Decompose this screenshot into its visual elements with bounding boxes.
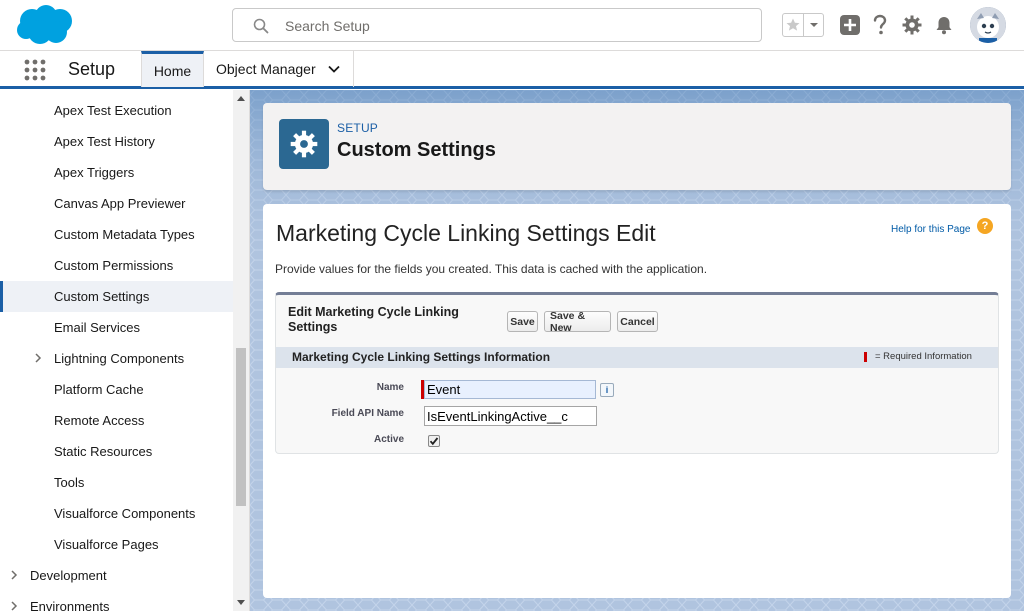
tab-home[interactable]: Home — [141, 51, 204, 87]
active-checkbox[interactable] — [428, 435, 440, 447]
save-button[interactable]: Save — [507, 311, 538, 332]
avatar[interactable] — [970, 7, 1006, 43]
sidebar-item-label: Canvas App Previewer — [54, 196, 186, 211]
required-legend: = Required Information — [864, 351, 972, 362]
chevron-down-icon[interactable] — [804, 14, 823, 36]
chevron-down-icon[interactable] — [327, 62, 341, 76]
sidebar-item-development[interactable]: Development — [0, 560, 233, 591]
required-legend-text: = Required Information — [875, 351, 972, 362]
tab-object-manager[interactable]: Object Manager — [204, 51, 354, 87]
sidebar-item-label: Platform Cache — [54, 382, 144, 397]
sidebar-item-visualforce-components[interactable]: Visualforce Components — [0, 498, 233, 529]
help-for-this-page-link[interactable]: Help for this Page — [891, 224, 971, 235]
plus-icon[interactable] — [838, 13, 862, 37]
sidebar-item-custom-permissions[interactable]: Custom Permissions — [0, 250, 233, 281]
page-header: SETUP Custom Settings — [263, 103, 1011, 190]
page-title: Custom Settings — [337, 139, 496, 161]
edit-block-title: Edit Marketing Cycle Linking Settings — [288, 305, 459, 334]
edit-page-title: Marketing Cycle Linking Settings Edit — [276, 220, 656, 246]
context-bar: Setup Home Object Manager — [0, 51, 1024, 89]
active-label: Active — [373, 434, 404, 445]
section-header: Marketing Cycle Linking Settings Informa… — [276, 347, 998, 368]
chevron-right-icon[interactable] — [9, 570, 19, 580]
sidebar-item-tools[interactable]: Tools — [0, 467, 233, 498]
page-description: Provide values for the fields you create… — [275, 262, 708, 276]
sidebar-item-label: Custom Permissions — [54, 258, 174, 273]
sidebar-item-canvas-app-previewer[interactable]: Canvas App Previewer — [0, 188, 233, 219]
section-title: Marketing Cycle Linking Settings Informa… — [292, 350, 551, 364]
sidebar-item-static-resources[interactable]: Static Resources — [0, 436, 233, 467]
checkmark-icon — [429, 437, 439, 446]
bell-icon[interactable] — [932, 13, 956, 37]
sidebar-item-apex-test-history[interactable]: Apex Test History — [0, 126, 233, 157]
scroll-down-arrow-icon[interactable] — [233, 595, 249, 611]
setup-sidebar: Apex Test Execution Apex Test History Ap… — [0, 90, 250, 611]
sidebar-scrollbar[interactable] — [233, 90, 249, 611]
content-card: Marketing Cycle Linking Settings Edit He… — [263, 204, 1011, 598]
chevron-right-icon[interactable] — [33, 353, 43, 363]
required-marker — [864, 351, 867, 362]
name-label: Name — [376, 382, 404, 393]
help-question-icon[interactable]: ? — [977, 218, 993, 234]
gear-icon[interactable] — [900, 13, 924, 37]
sidebar-item-custom-settings[interactable]: Custom Settings — [0, 281, 233, 312]
name-input[interactable] — [424, 380, 596, 399]
info-icon[interactable]: i — [600, 383, 614, 397]
scroll-up-arrow-icon[interactable] — [233, 90, 249, 106]
sidebar-item-label: Static Resources — [54, 444, 153, 459]
favorites-group[interactable] — [782, 13, 824, 37]
sidebar-item-label: Development — [30, 568, 107, 583]
sidebar-item-label: Apex Triggers — [54, 165, 135, 180]
salesforce-cloud-logo[interactable] — [14, 4, 76, 46]
sidebar-item-platform-cache[interactable]: Platform Cache — [0, 374, 233, 405]
sidebar-item-label: Apex Test Execution — [54, 103, 172, 118]
sidebar-item-apex-test-execution[interactable]: Apex Test Execution — [0, 95, 233, 126]
sidebar-item-label: Visualforce Pages — [54, 537, 159, 552]
sidebar-item-label: Remote Access — [54, 413, 145, 428]
global-header — [0, 0, 1024, 51]
breadcrumb[interactable]: SETUP — [337, 121, 378, 135]
sidebar-item-label: Tools — [54, 475, 85, 490]
edit-block: Edit Marketing Cycle Linking Settings Sa… — [275, 292, 999, 454]
sidebar-item-apex-triggers[interactable]: Apex Triggers — [0, 157, 233, 188]
search-input[interactable] — [285, 15, 745, 37]
sidebar-item-label: Custom Metadata Types — [54, 227, 195, 242]
field-api-name-label: Field API Name — [331, 408, 404, 419]
sidebar-item-visualforce-pages[interactable]: Visualforce Pages — [0, 529, 233, 560]
sidebar-item-label: Visualforce Components — [54, 506, 196, 521]
search-box[interactable] — [232, 8, 762, 42]
chevron-right-icon[interactable] — [9, 601, 19, 611]
app-launcher-icon[interactable] — [23, 58, 47, 82]
sidebar-item-email-services[interactable]: Email Services — [0, 312, 233, 343]
sidebar-item-label: Email Services — [54, 320, 140, 335]
sidebar-item-label: Custom Settings — [54, 289, 150, 304]
sidebar-item-lightning-components[interactable]: Lightning Components — [0, 343, 233, 374]
custom-settings-gear-icon — [279, 119, 329, 169]
help-icon[interactable] — [868, 13, 892, 37]
sidebar-item-environments[interactable]: Environments — [0, 591, 233, 611]
search-icon — [253, 18, 269, 34]
sidebar-item-label: Environments — [30, 599, 110, 611]
scroll-thumb[interactable] — [236, 348, 246, 506]
tab-object-manager-label: Object Manager — [216, 61, 316, 77]
sidebar-item-custom-metadata-types[interactable]: Custom Metadata Types — [0, 219, 233, 250]
star-icon[interactable] — [783, 14, 805, 36]
cancel-button[interactable]: Cancel — [617, 311, 658, 332]
field-api-name-input[interactable] — [424, 406, 597, 426]
sidebar-item-label: Apex Test History — [54, 134, 155, 149]
app-name: Setup — [68, 59, 116, 79]
save-and-new-button[interactable]: Save & New — [544, 310, 611, 334]
sidebar-item-remote-access[interactable]: Remote Access — [0, 405, 233, 436]
sidebar-item-label: Lightning Components — [54, 351, 185, 366]
